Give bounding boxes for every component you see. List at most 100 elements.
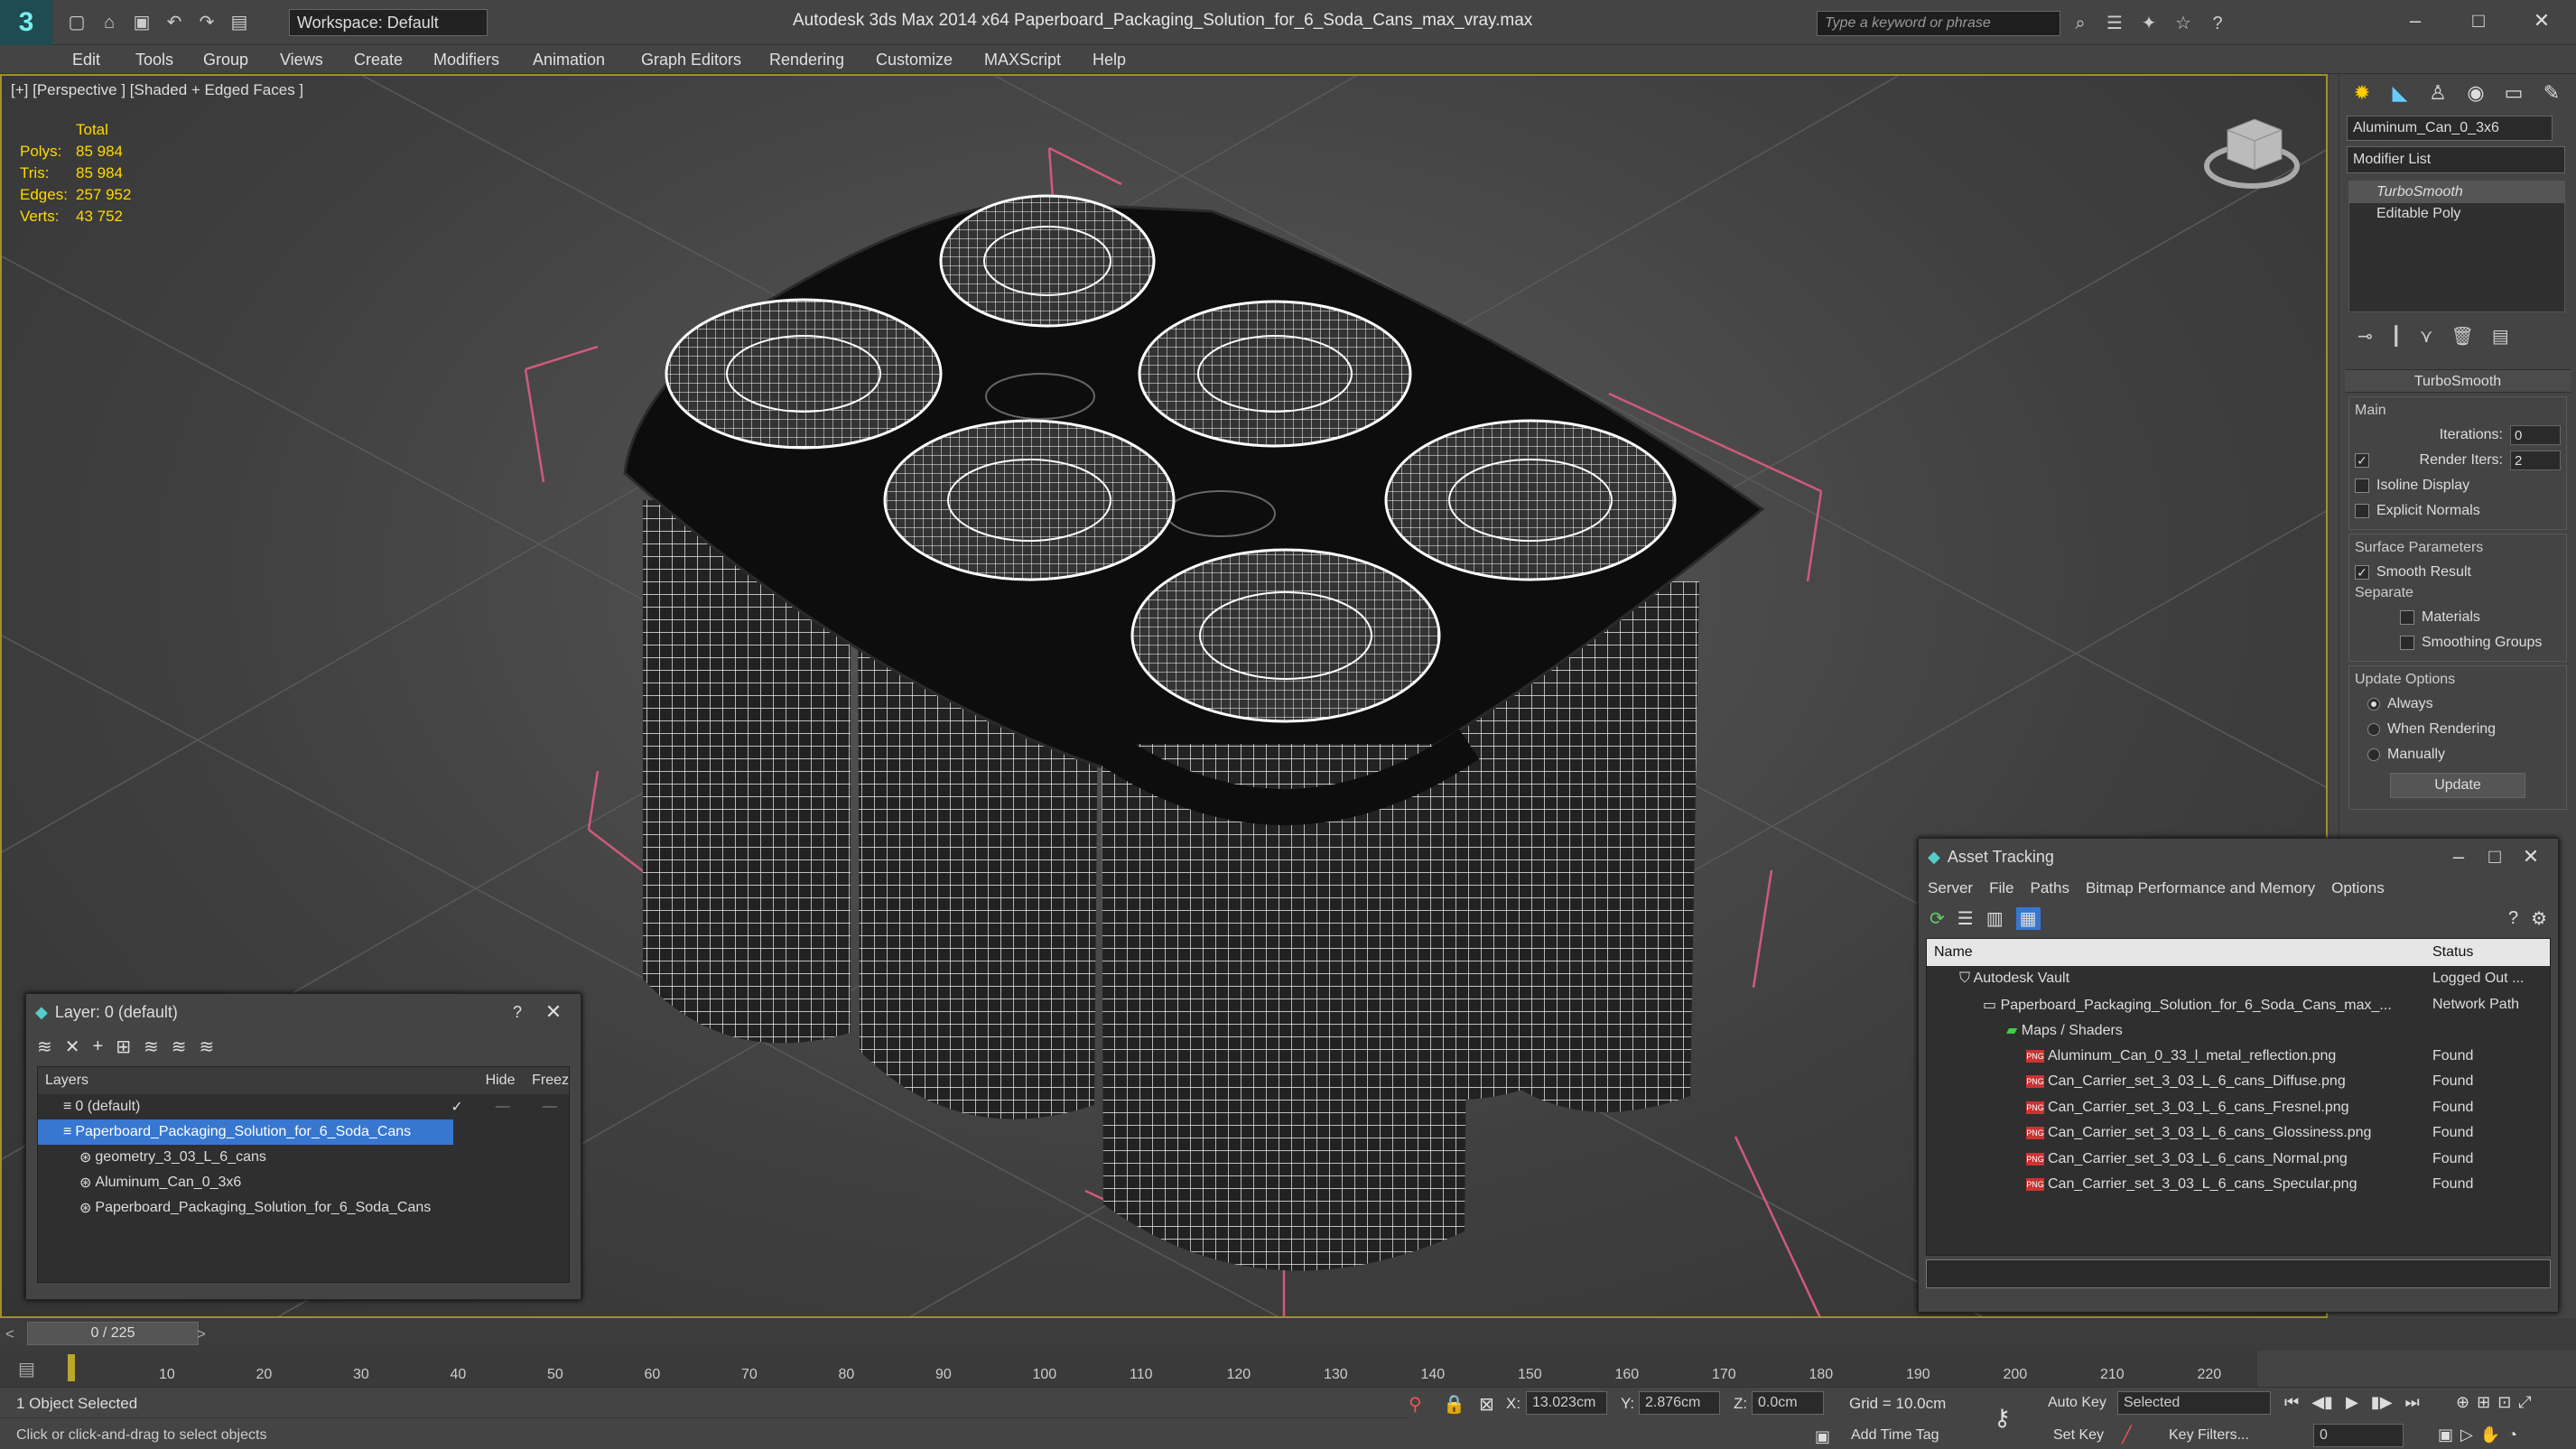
minimize-button[interactable]: – xyxy=(2384,5,2447,37)
stack-item-editable-poly[interactable]: Editable Poly xyxy=(2349,203,2564,225)
object-row[interactable]: ⊛ Aluminum_Can_0_3x6 xyxy=(38,1170,569,1195)
create-tab-icon[interactable]: ✹ xyxy=(2347,78,2377,108)
open-file-icon[interactable]: ⌂ xyxy=(96,9,123,36)
freeze-toggle[interactable]: — xyxy=(543,1099,557,1115)
zoom-extents-icon[interactable]: ⊡ xyxy=(2497,1393,2511,1412)
delete-layer-icon[interactable]: ✕ xyxy=(65,1036,80,1058)
close-icon[interactable]: ✕ xyxy=(2513,845,2549,868)
asset-path-field[interactable] xyxy=(1926,1259,2551,1288)
save-icon[interactable]: ▣ xyxy=(128,9,155,36)
menu-modifiers[interactable]: Modifiers xyxy=(433,51,499,70)
curve-editor-icon[interactable]: ▤ xyxy=(18,1358,35,1380)
utilities-tab-icon[interactable]: ✎ xyxy=(2536,78,2567,108)
frame-slider-thumb[interactable]: 0 / 225 xyxy=(27,1322,199,1345)
x-coordinate-field[interactable]: 13.023cm xyxy=(1526,1391,1607,1415)
app-logo[interactable]: 3 xyxy=(0,0,52,45)
maximize-button[interactable]: □ xyxy=(2447,5,2510,37)
settings-icon[interactable]: ⚙ xyxy=(2531,907,2547,930)
time-slider[interactable]: < 0 / 225 > xyxy=(0,1318,2576,1351)
explicit-normals-checkbox[interactable] xyxy=(2355,504,2369,518)
play-icon[interactable]: ▶ xyxy=(2346,1393,2358,1412)
menu-views[interactable]: Views xyxy=(280,51,323,70)
go-to-end-icon[interactable]: ⏭ xyxy=(2405,1393,2420,1412)
menu-options[interactable]: Options xyxy=(2331,879,2385,897)
stack-item-turbosmooth[interactable]: TurboSmooth xyxy=(2349,181,2564,203)
lock-icon[interactable]: 🔒 xyxy=(1443,1393,1465,1416)
column-header-layers[interactable]: Layers xyxy=(38,1073,486,1089)
asset-row[interactable]: ⛉ Autodesk Vault Logged Out ... xyxy=(1927,966,2550,992)
freeze-all-icon[interactable]: ≋ xyxy=(200,1036,215,1058)
rollout-title[interactable]: TurboSmooth xyxy=(2345,369,2571,393)
asset-row[interactable]: PNG Can_Carrier_set_3_03_L_6_cans_Fresnel… xyxy=(1927,1095,2550,1121)
menu-maxscript[interactable]: MAXScript xyxy=(984,51,1061,70)
refresh-icon[interactable]: ⟳ xyxy=(1930,907,1945,930)
transform-mode-icon[interactable]: ⊠ xyxy=(1479,1393,1494,1416)
search-input[interactable]: Type a keyword or phrase xyxy=(1817,11,2060,36)
thumbnail-view-icon[interactable]: ▥ xyxy=(1986,907,2004,930)
list-view-icon[interactable]: ☰ xyxy=(1958,907,1974,930)
modifier-list-dropdown[interactable]: Modifier List xyxy=(2347,146,2565,173)
always-radio[interactable] xyxy=(2367,698,2380,711)
next-key-icon[interactable]: ▮▶ xyxy=(2371,1393,2393,1412)
isolate-icon[interactable]: ⚲ xyxy=(1409,1393,1422,1416)
display-tab-icon[interactable]: ▭ xyxy=(2498,78,2529,108)
track-bar[interactable]: ▤ 10 20 30 40 50 60 70 80 90 100 110 120 130 140 150 16… xyxy=(0,1351,2257,1387)
menu-group[interactable]: Group xyxy=(203,51,248,70)
new-layer-icon[interactable]: ≋ xyxy=(37,1036,52,1058)
add-time-tag[interactable]: Add Time Tag xyxy=(1851,1427,1939,1444)
menu-edit[interactable]: Edit xyxy=(72,51,100,70)
configure-sets-icon[interactable]: ▤ xyxy=(2492,325,2509,348)
iterations-spinner[interactable]: 0 xyxy=(2510,425,2561,445)
help-icon[interactable]: ? xyxy=(2508,908,2518,929)
object-name-field[interactable]: Aluminum_Can_0_3x6 xyxy=(2347,116,2553,141)
set-key-button[interactable]: Set Key xyxy=(2053,1427,2104,1444)
menu-customize[interactable]: Customize xyxy=(876,51,953,70)
time-cursor[interactable] xyxy=(68,1354,75,1381)
key-filters-button[interactable]: Key Filters... xyxy=(2169,1427,2249,1444)
go-to-start-icon[interactable]: ⏮ xyxy=(2284,1393,2299,1412)
binoculars-icon[interactable]: ⌕ xyxy=(2068,11,2093,36)
manually-radio[interactable] xyxy=(2367,748,2380,761)
menu-help[interactable]: Help xyxy=(1093,51,1126,70)
hierarchy-tab-icon[interactable]: ♙ xyxy=(2423,78,2453,108)
menu-tools[interactable]: Tools xyxy=(135,51,173,70)
highlight-layer-icon[interactable]: ≋ xyxy=(144,1036,159,1058)
asset-row[interactable]: PNG Can_Carrier_set_3_03_L_6_cans_Specula… xyxy=(1927,1172,2550,1198)
remove-modifier-icon[interactable]: 🗑 xyxy=(2450,325,2473,348)
menu-file[interactable]: File xyxy=(1989,879,2013,897)
when-rendering-radio[interactable] xyxy=(2367,723,2380,736)
column-header-hide[interactable]: Hide xyxy=(486,1073,533,1089)
column-header-status[interactable]: Status xyxy=(2423,944,2473,961)
menu-rendering[interactable]: Rendering xyxy=(769,51,844,70)
menu-paths[interactable]: Paths xyxy=(2030,879,2069,897)
pin-stack-icon[interactable]: ⊸ xyxy=(2357,325,2373,348)
set-key-icon[interactable]: ⚷ xyxy=(1994,1404,2011,1432)
menu-bitmap-performance[interactable]: Bitmap Performance and Memory xyxy=(2086,879,2315,897)
isoline-checkbox[interactable] xyxy=(2355,478,2369,493)
viewcube[interactable] xyxy=(2204,118,2300,189)
column-header-freeze[interactable]: Freez xyxy=(532,1073,569,1089)
prev-key-icon[interactable]: ◀▮ xyxy=(2311,1393,2333,1412)
asset-row[interactable]: PNG Can_Carrier_set_3_03_L_6_cans_Normal.… xyxy=(1927,1147,2550,1173)
asset-row[interactable]: ▰ Maps / Shaders xyxy=(1927,1017,2550,1044)
viewport-label[interactable]: [+] [Perspective ] [Shaded + Edged Faces… xyxy=(11,81,303,99)
menu-server[interactable]: Server xyxy=(1928,879,1973,897)
fov-icon[interactable]: ▷ xyxy=(2460,1426,2473,1444)
new-file-icon[interactable]: ▢ xyxy=(63,9,90,36)
layer-row[interactable]: ≡ Paperboard_Packaging_Solution_for_6_So… xyxy=(38,1119,453,1145)
key-mode-dropdown[interactable]: Selected xyxy=(2117,1391,2271,1415)
modify-tab-icon[interactable]: ◣ xyxy=(2385,78,2415,108)
auto-key-button[interactable]: Auto Key xyxy=(2048,1395,2106,1411)
close-icon[interactable]: ✕ xyxy=(535,1000,572,1024)
undo-icon[interactable]: ↶ xyxy=(161,9,188,36)
object-row[interactable]: ⊛ geometry_3_03_L_6_cans xyxy=(38,1145,569,1170)
zoom-icon[interactable]: ⊕ xyxy=(2456,1393,2469,1412)
project-folder-icon[interactable]: ▤ xyxy=(226,9,253,36)
workspace-dropdown[interactable]: Workspace: Default xyxy=(289,9,488,36)
subscription-icon[interactable]: ☰ xyxy=(2102,11,2127,36)
orbit-icon[interactable]: ◔ xyxy=(2507,1426,2517,1444)
pan-icon[interactable]: ✋ xyxy=(2480,1426,2500,1444)
column-header-name[interactable]: Name xyxy=(1927,944,2423,961)
z-coordinate-field[interactable]: 0.0cm xyxy=(1752,1391,1824,1415)
time-config-icon[interactable]: ▣ xyxy=(2438,1426,2453,1444)
